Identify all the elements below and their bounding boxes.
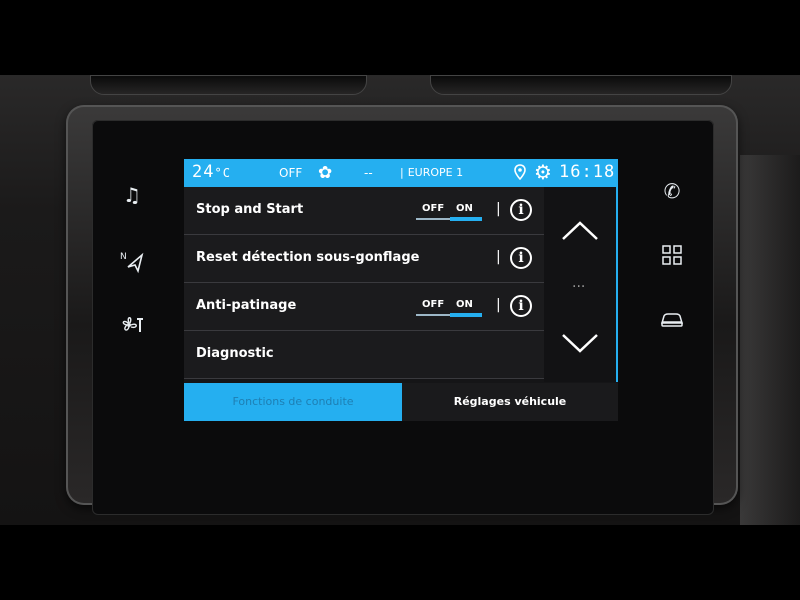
apps-grid-icon[interactable] [658,241,686,269]
music-note-icon[interactable]: ♫ [118,181,146,209]
scrollbar[interactable] [616,187,618,382]
gear-icon[interactable]: ⚙ [534,160,552,184]
air-vent-right [430,75,732,95]
fan-icon[interactable]: ✿ [318,163,332,183]
clock: 16:18 [559,162,616,182]
separator: | [496,297,501,313]
air-vent-left [90,75,367,95]
separator: | [496,249,501,265]
setting-row-tire-reset[interactable]: Reset détection sous-gonflage | i [184,235,544,283]
scroll-up-chevron-icon[interactable] [560,211,600,251]
tab-driving-functions[interactable]: Fonctions de conduite [184,383,402,421]
climate-fan-icon[interactable] [118,311,146,339]
phone-icon[interactable]: ✆ [658,177,686,205]
toggle-indicator [450,313,482,317]
toggle-on-label: ON [456,203,473,214]
toggle-indicator [450,217,482,221]
setting-label: Anti-patinage [196,298,297,313]
location-pin-icon[interactable] [514,164,526,184]
svg-text:N: N [120,252,127,262]
setting-row-diagnostic[interactable]: Diagnostic [184,331,544,379]
bottom-tabs: Fonctions de conduite Réglages véhicule [184,383,618,421]
setting-row-traction-control[interactable]: Anti-patinage OFF ON | i [184,283,544,331]
letterbox-bottom [0,525,800,600]
dashboard-side-panel [740,155,800,525]
setting-label: Diagnostic [196,346,274,361]
setting-label: Reset détection sous-gonflage [196,250,420,265]
tab-vehicle-settings[interactable]: Réglages véhicule [402,383,618,421]
toggle-off-label: OFF [422,299,445,310]
fan-state[interactable]: OFF [279,166,302,180]
info-icon[interactable]: i [510,247,532,269]
stop-start-toggle[interactable]: OFF ON [416,201,486,221]
info-icon[interactable]: i [510,199,532,221]
navigation-arrow-icon[interactable]: N [118,247,146,275]
fan-speed-placeholder: -- [364,166,373,180]
status-bar: 24°C OFF ✿ -- | EUROPE 1 ⚙ 16:18 [184,159,618,187]
radio-station[interactable]: | EUROPE 1 [400,166,463,179]
traction-control-toggle[interactable]: OFF ON [416,297,486,317]
temperature-readout[interactable]: 24°C [192,162,231,182]
settings-list: Stop and Start OFF ON | i Reset détectio… [184,187,544,382]
info-icon[interactable]: i [510,295,532,317]
letterbox-top [0,0,800,75]
scroll-position-dots: ··· [572,279,586,295]
setting-label: Stop and Start [196,202,304,217]
scroll-down-chevron-icon[interactable] [560,323,600,363]
setting-row-stop-start[interactable]: Stop and Start OFF ON | i [184,187,544,235]
scroll-controls: ··· [544,187,618,382]
toggle-off-label: OFF [422,203,445,214]
infotainment-screen: 24°C OFF ✿ -- | EUROPE 1 ⚙ 16:18 Stop and… [184,159,618,421]
toggle-on-label: ON [456,299,473,310]
car-icon[interactable] [658,305,686,333]
separator: | [496,201,501,217]
